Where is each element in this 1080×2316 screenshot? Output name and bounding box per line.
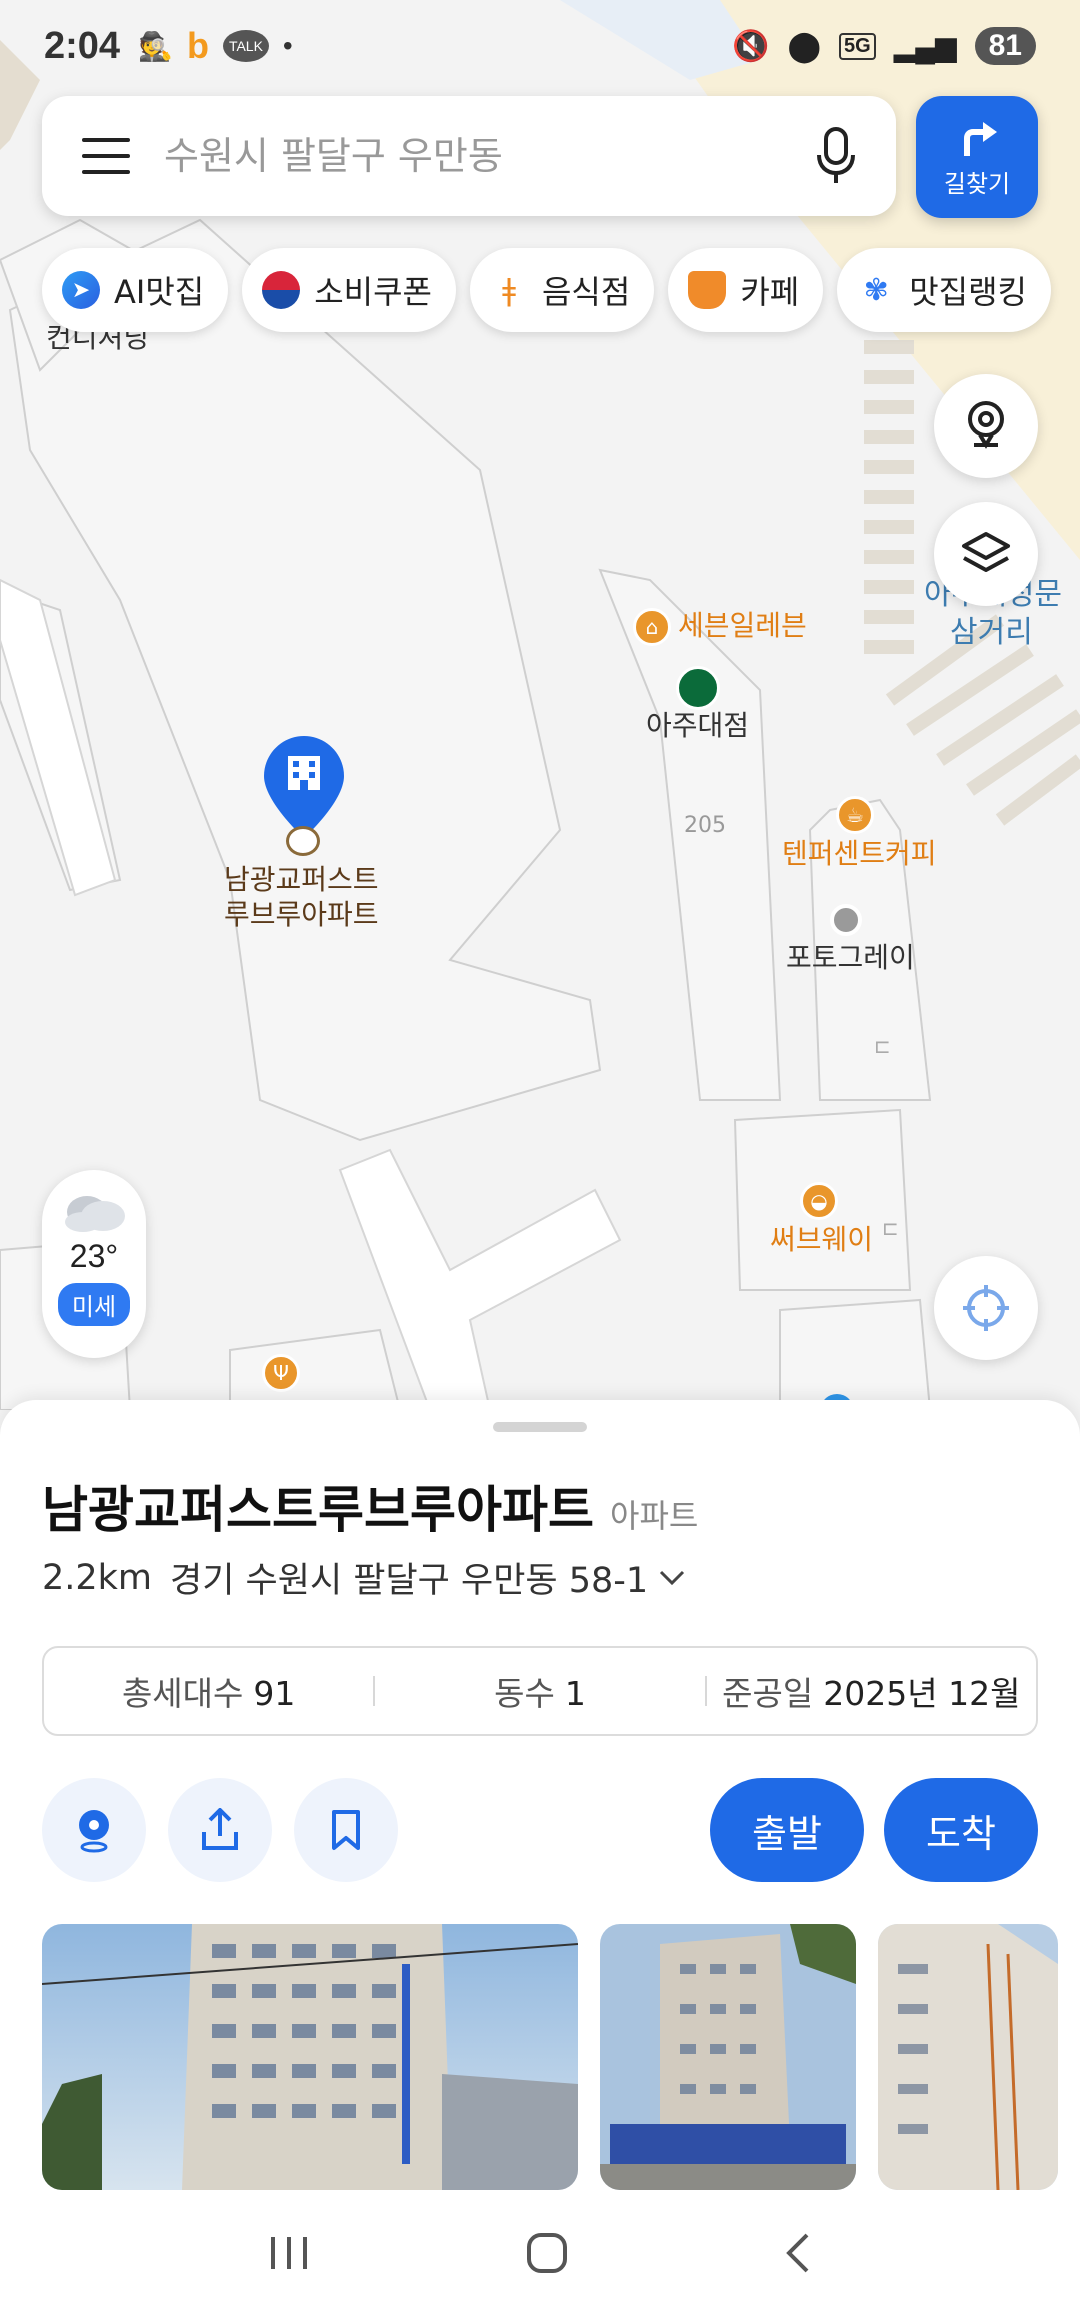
recent-apps-icon[interactable] [267,2233,311,2273]
info-completion-date: 준공일 2025년 12월 [707,1667,1036,1715]
selected-place-label-line1: 남광교퍼스트 [224,863,379,896]
place-actions: 출발 도착 [42,1778,1038,1882]
info-households: 총세대수 91 [44,1667,373,1715]
chip-restaurant-ranking[interactable]: ✾ 맛집랭킹 [837,248,1051,332]
microphone-icon[interactable] [816,126,856,186]
directions-button[interactable]: 길찾기 [916,96,1038,218]
weather-widget[interactable]: 23° 미세 [42,1170,146,1358]
entrance-icon: ⊏ [874,1034,891,1058]
info-completion-key: 준공일 [722,1674,814,1713]
location-pin-button[interactable] [42,1778,146,1882]
map-label-tenpercent[interactable]: 텐퍼센트커피 [782,836,937,871]
category-chips: ➤ AI맛집 소비쿠폰 ǂ 음식점 카페 ✾ 맛집랭킹 [42,248,1051,332]
map-label-building-number: 205 [684,813,726,838]
directions-label: 길찾기 [943,169,1011,198]
place-photos [42,1924,1058,2190]
compass-icon: ➤ [62,271,100,309]
map-pin-icon [79,1810,109,1853]
b-app-icon: b [186,25,209,66]
start-button[interactable]: 출발 [710,1778,864,1882]
share-button[interactable] [168,1778,272,1882]
map-label-photogray[interactable]: 포토그레이 [786,940,915,975]
map-label-intersection-2: 삼거리 [950,615,1033,650]
mute-icon: 🔇 [732,29,770,63]
menu-icon[interactable] [82,138,130,174]
tenpercent-cafe-icon[interactable]: ☕ [836,796,874,834]
system-nav-bar [0,2190,1080,2316]
map-label-starbucks[interactable]: 아주대점 [646,708,749,743]
ranking-pin-icon: ✾ [863,272,889,308]
layers-icon [962,532,1010,572]
bookmark-button[interactable] [294,1778,398,1882]
home-icon[interactable] [525,2231,569,2275]
place-photo[interactable] [600,1924,856,2190]
info-completion-value: 2025년 12월 [823,1674,1021,1713]
place-title: 남광교퍼스트루브루아파트 아파트 [42,1470,698,1542]
info-households-value: 91 [253,1674,296,1713]
chip-label: 소비쿠폰 [314,273,432,311]
search-bar[interactable] [42,96,896,216]
info-buildings-key: 동수 [494,1674,555,1713]
info-buildings-value: 1 [564,1674,586,1713]
street-view-button[interactable] [934,374,1038,478]
back-icon[interactable] [783,2231,813,2275]
chevron-down-icon[interactable] [658,1569,686,1587]
signal-icon: ▂▄▆ [893,30,957,62]
info-buildings: 동수 1 [375,1667,704,1715]
apartment-poi-icon [286,826,320,856]
current-location-button[interactable] [934,1256,1038,1360]
place-info-box: 총세대수 91 동수 1 준공일 2025년 12월 [42,1646,1038,1736]
dot-icon: • [282,30,293,61]
chip-cafe[interactable]: 카페 [668,248,824,332]
location-icon: ⬤ [787,29,822,63]
share-icon [202,1808,238,1850]
chip-restaurants[interactable]: ǂ 음식점 [469,248,655,332]
turn-arrow-icon [964,121,997,156]
search-input[interactable] [164,134,816,178]
bookmark-icon [332,1810,360,1850]
place-photo[interactable] [42,1924,578,2190]
place-photo[interactable] [878,1924,1058,2190]
map-label-subway[interactable]: 써브웨이 [770,1222,873,1257]
status-time: 2:04 [44,24,121,67]
chip-label: 카페 [740,273,800,311]
chip-consumption-coupon[interactable]: 소비쿠폰 [242,248,456,332]
taegeuk-icon [262,271,301,309]
place-address: 경기 수원시 팔달구 우만동 58-1 [170,1561,649,1601]
chip-ai-restaurants[interactable]: ➤ AI맛집 [42,248,229,332]
cloud-icon [65,1196,125,1232]
seven-eleven-poi-icon[interactable]: ⌂ [633,608,671,646]
info-households-key: 총세대수 [121,1674,244,1713]
place-distance: 2.2km [42,1557,153,1598]
chip-label: 맛집랭킹 [909,273,1027,311]
crosshair-icon [963,1285,1009,1331]
kakaotalk-icon: TALK [222,30,269,62]
subway-restaurant-icon[interactable]: ◒ [800,1182,838,1220]
sheet-drag-handle[interactable] [493,1422,587,1432]
incognito-icon: 🕵 [138,30,173,62]
status-bar: 2:04 🕵 b TALK • 🔇 ⬤ 5G ▂▄▆ 81 [0,0,1080,92]
starbucks-logo-icon[interactable] [676,666,720,710]
entrance-icon: ⊏ [882,1216,899,1240]
5g-icon: 5G [839,32,876,60]
restaurant-poi-icon[interactable]: Ψ [262,1354,300,1392]
selected-place-label-line2: 루브루아파트 [224,898,379,931]
map-label-selected-place[interactable]: 남광교퍼스트 루브루아파트 [224,862,379,932]
place-address-row[interactable]: 2.2km 경기 수원시 팔달구 우만동 58-1 [42,1552,686,1603]
battery-icon: 81 [974,27,1036,65]
chip-label: 음식점 [541,273,631,311]
chip-label: AI맛집 [114,273,205,311]
fine-dust-badge: 미세 [57,1283,131,1326]
place-name: 남광교퍼스트루브루아파트 [42,1481,594,1539]
arrive-button[interactable]: 도착 [884,1778,1038,1882]
photogray-poi-icon[interactable] [830,904,862,936]
temperature: 23° [69,1238,119,1274]
map-label-seven-eleven[interactable]: 세븐일레븐 [678,608,807,643]
fork-knife-icon: ǂ [502,272,516,308]
place-bottom-sheet[interactable]: 남광교퍼스트루브루아파트 아파트 2.2km 경기 수원시 팔달구 우만동 58… [0,1400,1080,2190]
cctv-pin-icon [968,401,1004,449]
coffee-cup-icon [688,271,727,309]
place-category: 아파트 [610,1497,699,1535]
map-layers-button[interactable] [934,502,1038,606]
